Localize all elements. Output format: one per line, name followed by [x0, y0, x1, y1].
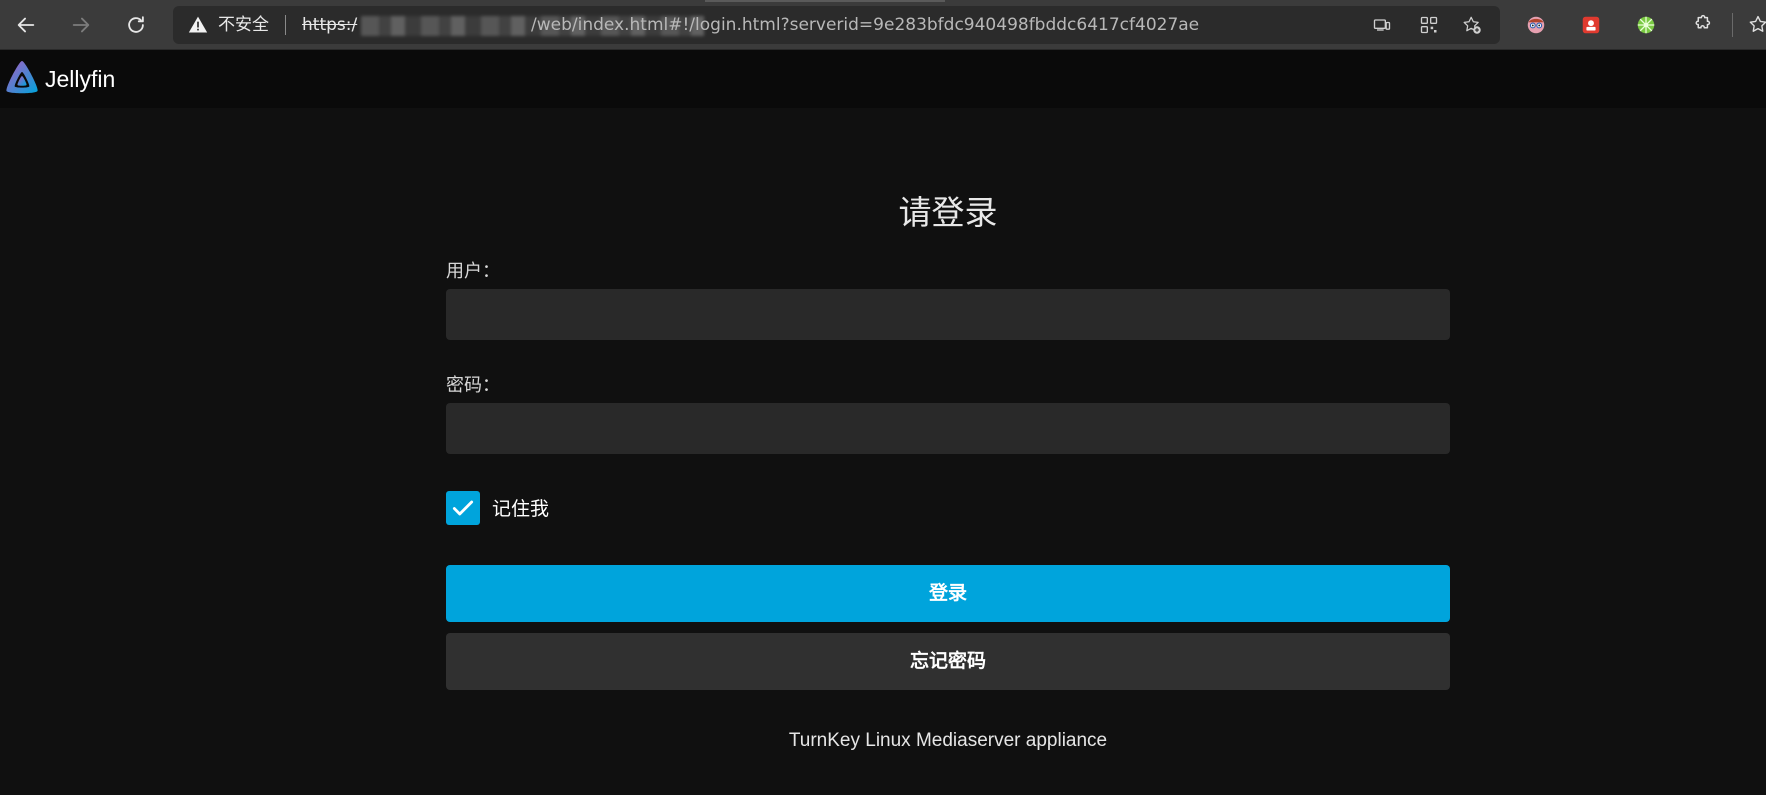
extension-green-button[interactable] — [1634, 13, 1658, 37]
security-status[interactable]: 不安全 — [218, 13, 269, 37]
device-icon — [1373, 19, 1391, 31]
warning-icon[interactable] — [188, 15, 208, 35]
password-label: 密码： — [446, 375, 500, 396]
username-input[interactable] — [446, 289, 1450, 340]
url-scheme[interactable]: https:/ — [302, 13, 357, 37]
url-path[interactable]: /web/index.html#!/login.html?serverid=9e… — [531, 13, 1199, 37]
app-name[interactable]: Jellyfin — [45, 62, 115, 96]
forward-button[interactable] — [65, 9, 97, 41]
qr-code-button[interactable] — [1418, 14, 1440, 36]
app-available-button[interactable] — [1371, 14, 1393, 36]
remember-me-label[interactable]: 记住我 — [492, 497, 549, 521]
green-wheel-icon — [1637, 16, 1655, 34]
reload-icon — [128, 16, 144, 33]
address-separator — [285, 15, 286, 35]
login-button[interactable]: 登录 — [446, 565, 1450, 622]
jellyfin-logo-icon[interactable] — [2, 58, 42, 98]
extension-red-button[interactable] — [1579, 13, 1603, 37]
remember-me-checkbox[interactable] — [446, 491, 480, 525]
back-button[interactable] — [10, 9, 42, 41]
forward-arrow-icon — [72, 17, 90, 33]
star-add-icon — [1463, 16, 1481, 34]
active-tab-indicator — [705, 0, 945, 2]
red-badge-icon — [1582, 16, 1600, 34]
back-arrow-icon — [17, 17, 35, 33]
forgot-password-button[interactable]: 忘记密码 — [446, 633, 1450, 690]
reload-button[interactable] — [120, 9, 152, 41]
login-disclaimer: TurnKey Linux Mediaserver appliance — [788, 730, 1108, 751]
extensions-button[interactable] — [1689, 13, 1713, 37]
favorites-star-icon — [1749, 15, 1766, 32]
password-input[interactable] — [446, 403, 1450, 454]
address-bar[interactable]: 不安全 https:/ /web/index.html#!/login.html… — [173, 6, 1500, 44]
add-favorite-button[interactable] — [1461, 14, 1483, 36]
reader-face-icon — [1527, 16, 1545, 34]
browser-toolbar: 不安全 https:/ /web/index.html#!/login.html… — [0, 0, 1766, 50]
app-header: Jellyfin — [0, 50, 1766, 108]
qr-code-icon — [1420, 16, 1438, 34]
favorites-button[interactable] — [1746, 13, 1766, 37]
checkmark-icon — [452, 500, 474, 516]
puzzle-icon — [1695, 14, 1711, 29]
extension-reader-button[interactable] — [1524, 13, 1548, 37]
toolbar-divider — [1732, 13, 1733, 37]
page-title: 请登录 — [898, 193, 998, 232]
username-label: 用户： — [446, 261, 500, 282]
